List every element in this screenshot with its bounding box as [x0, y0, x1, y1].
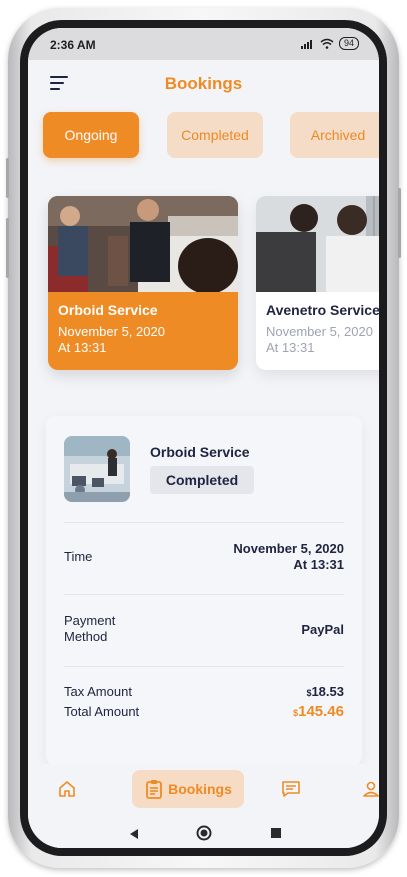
home-icon: [59, 781, 75, 797]
service-card-orboid[interactable]: Orboid Service November 5, 2020 At 13:31: [48, 196, 238, 370]
page-title: Bookings: [164, 74, 243, 93]
service-thumbnail: [64, 436, 130, 502]
time-value: November 5, 2020 At 13:31: [233, 541, 344, 573]
tab-ongoing[interactable]: Ongoing: [43, 112, 139, 158]
tab-archived[interactable]: Archived: [290, 112, 379, 158]
divider: [64, 522, 344, 523]
service-time: At 13:31: [58, 340, 107, 355]
service-info: Avenetro Service November 5, 2020 At 13:…: [256, 292, 379, 370]
system-nav-bar: [28, 820, 379, 848]
bottom-nav: Bookings: [28, 764, 379, 820]
tax-amount-label: Tax Amount: [64, 684, 132, 699]
status-bar: 2:36 AM 94: [28, 28, 379, 60]
home-button-icon[interactable]: [196, 825, 212, 841]
nav-messages[interactable]: [272, 770, 310, 808]
divider: [64, 594, 344, 595]
total-value: 145.46: [298, 703, 344, 720]
nav-profile[interactable]: [352, 770, 379, 808]
tax-amount-value: $18.53: [306, 684, 344, 701]
status-badge: Completed: [150, 466, 254, 494]
user-icon: [363, 781, 379, 797]
battery-icon: 94: [338, 37, 359, 50]
time-label: Time: [64, 549, 93, 564]
phone-bezel: 2:36 AM 94 Bookings Ongoing Completed Ar…: [20, 20, 387, 856]
payment-label-line2: Method: [64, 629, 108, 644]
service-name: Orboid Service: [58, 302, 158, 318]
status-icons: 94: [300, 37, 359, 50]
recents-icon[interactable]: [270, 827, 282, 839]
nav-home[interactable]: [48, 770, 86, 808]
wifi-icon: [320, 38, 334, 49]
nav-bookings[interactable]: Bookings: [132, 770, 244, 808]
service-card-avenetro[interactable]: Avenetro Service November 5, 2020 At 13:…: [256, 196, 379, 370]
detail-service-name: Orboid Service: [150, 444, 250, 460]
service-date: November 5, 2020: [266, 324, 373, 339]
phone-frame: 2:36 AM 94 Bookings Ongoing Completed Ar…: [6, 8, 401, 868]
tab-completed[interactable]: Completed: [167, 112, 263, 158]
payment-label-line1: Payment: [64, 613, 116, 628]
status-time: 2:36 AM: [50, 38, 96, 52]
service-name: Avenetro Service: [266, 302, 379, 318]
total-amount-label: Total Amount: [64, 704, 140, 719]
app-screen: 2:36 AM 94 Bookings Ongoing Completed Ar…: [28, 28, 379, 848]
tax-value: 18.53: [311, 684, 344, 699]
payment-method-value: PayPal: [301, 622, 344, 637]
service-info: Orboid Service November 5, 2020 At 13:31: [48, 292, 238, 370]
nav-bookings-label: Bookings: [168, 781, 232, 797]
total-amount-value: $145.46: [293, 704, 344, 721]
volume-button-down: [6, 218, 9, 278]
time-value-time: At 13:31: [293, 557, 344, 572]
divider: [64, 666, 344, 667]
payment-method-label: Payment Method: [64, 613, 115, 645]
service-date: November 5, 2020: [58, 324, 165, 339]
clipboard-icon: [146, 780, 163, 799]
volume-button: [6, 158, 9, 198]
back-icon[interactable]: [128, 828, 140, 840]
time-value-date: November 5, 2020: [233, 541, 344, 556]
service-photo: [256, 196, 379, 292]
message-icon: [282, 781, 300, 797]
service-time: At 13:31: [266, 340, 315, 355]
power-button: [398, 188, 401, 258]
booking-detail-panel: Orboid Service Completed Time November 5…: [46, 416, 362, 766]
signal-icon: [300, 39, 312, 49]
service-photo: [48, 196, 238, 292]
